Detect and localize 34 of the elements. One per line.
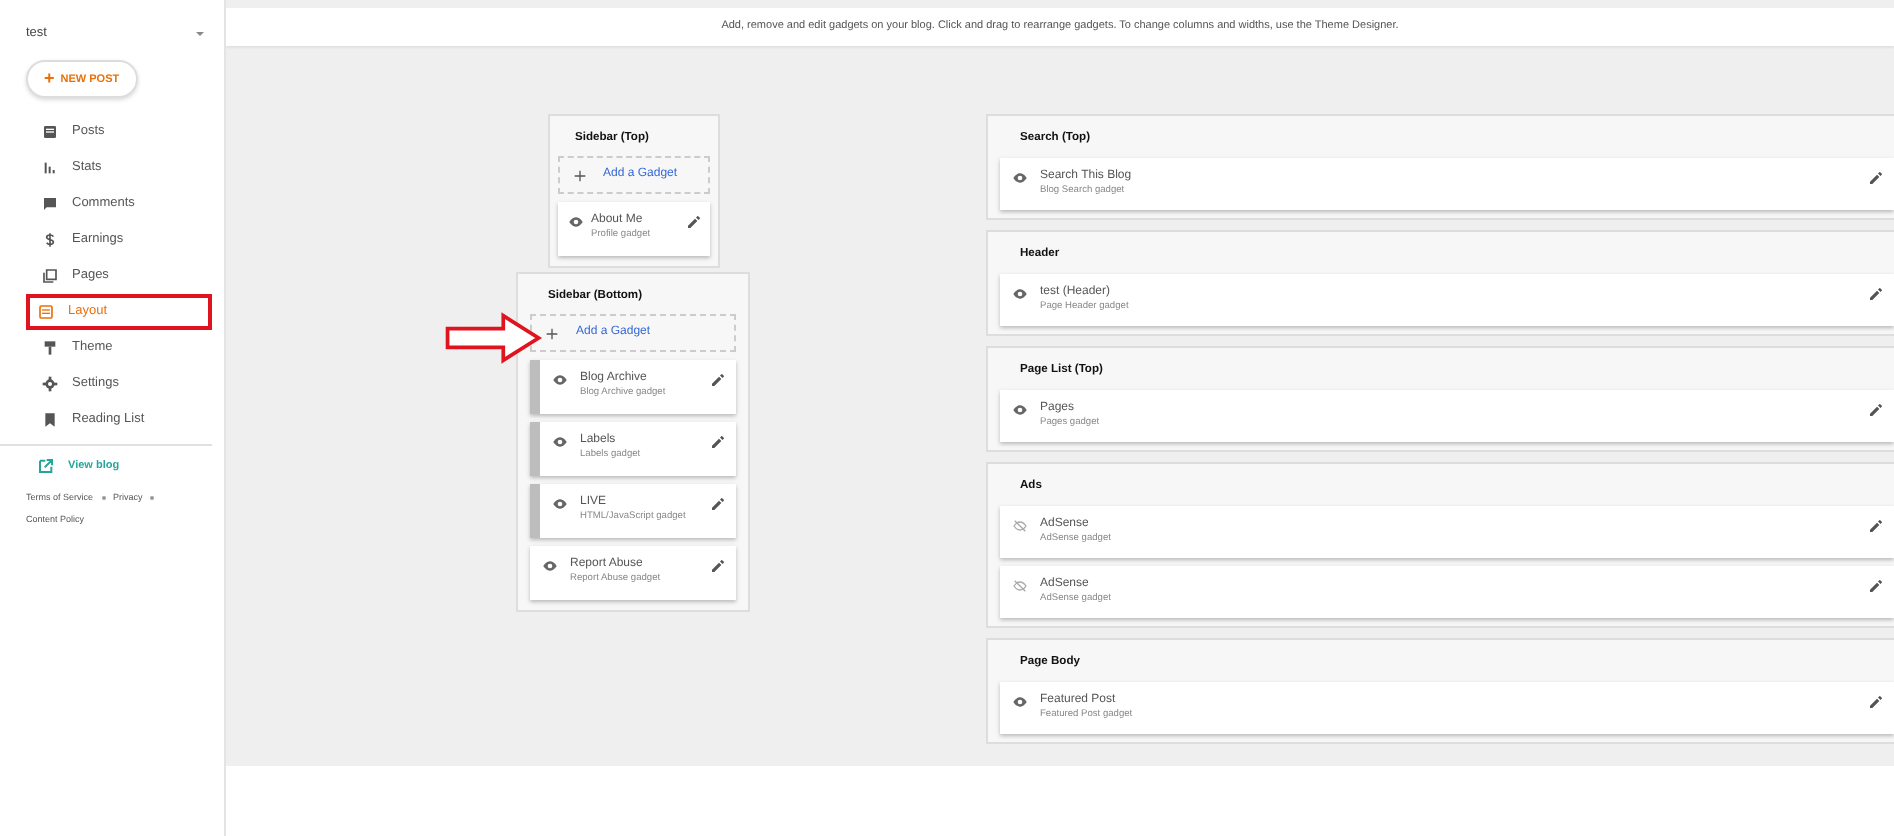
plus-icon [571,167,587,183]
pencil-icon [710,372,726,388]
plus-icon [544,325,560,341]
pencil-icon [1868,286,1884,302]
paint-roller-icon [42,339,58,356]
pencil-icon [685,214,701,230]
eye-icon[interactable] [552,496,568,512]
eye-icon[interactable] [567,214,583,230]
eye-icon[interactable] [542,558,558,574]
bar-chart-icon [42,159,58,176]
bookmark-icon [42,411,58,428]
separator-dot [150,495,155,500]
pencil-icon [1868,402,1884,418]
pencil-icon [1868,170,1884,186]
pencil-icon [710,434,726,450]
pencil-icon [1868,694,1884,710]
eye-icon[interactable] [1012,402,1028,418]
eye-icon[interactable] [1012,694,1028,710]
eye-icon[interactable] [1012,286,1028,302]
external-link-icon [38,457,54,474]
settings-icon [42,375,58,392]
pencil-icon [1868,518,1884,534]
layout-icon [38,303,54,320]
stacked-pages-icon [42,267,58,284]
eye-icon[interactable] [552,372,568,388]
eye-icon[interactable] [552,434,568,450]
speech-bubble-icon [42,195,58,212]
pencil-icon [710,558,726,574]
eye-icon[interactable] [1012,170,1028,186]
separator-dot [101,495,106,500]
document-icon [42,123,58,140]
dollar-icon [42,231,58,248]
pencil-icon [710,496,726,512]
pencil-icon [1868,578,1884,594]
